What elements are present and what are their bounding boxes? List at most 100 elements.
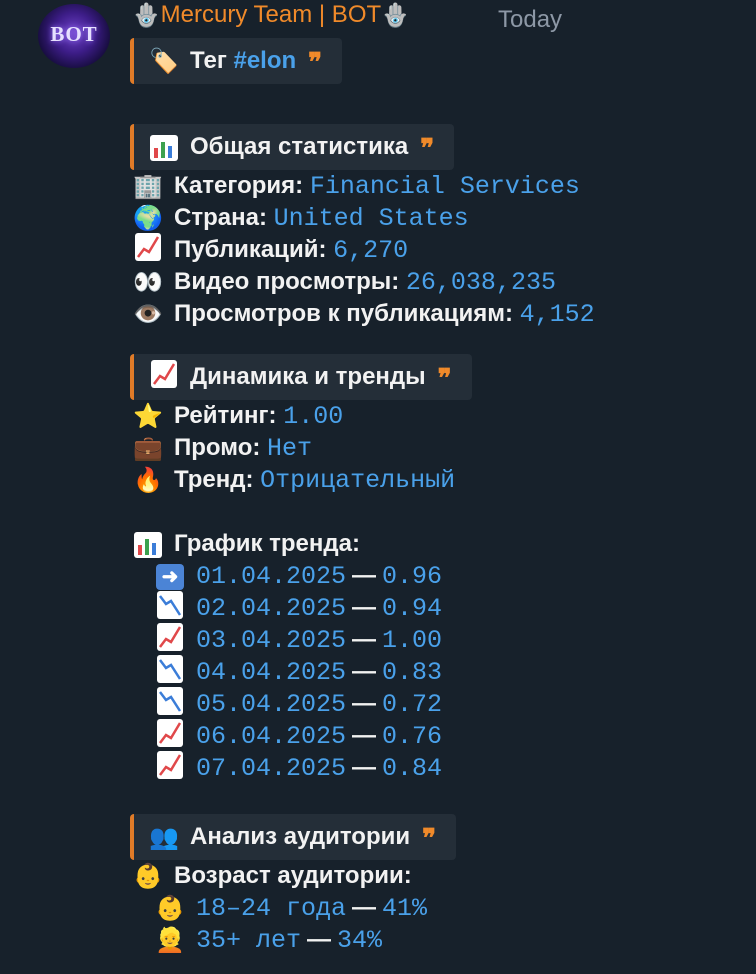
country-line: 🌍 Страна: United States bbox=[130, 202, 750, 234]
promo-label: Промо: bbox=[174, 434, 261, 461]
dynamics-header: Динамика и тренды ❞ bbox=[130, 354, 472, 400]
tag-label: Тег bbox=[190, 47, 227, 74]
chart-up-icon bbox=[152, 622, 188, 658]
trend-date: 06.04.2025 bbox=[196, 721, 347, 751]
trend-row: 07.04.2025—0.84 bbox=[130, 750, 750, 786]
trend-row: 06.04.2025—0.76 bbox=[130, 718, 750, 752]
audience-header: 👥 Анализ аудитории ❞ bbox=[130, 814, 457, 860]
dash: — bbox=[307, 926, 332, 953]
trend-value: 0.84 bbox=[382, 753, 443, 783]
trend-line: 🔥 Тренд: Отрицательный bbox=[130, 464, 750, 496]
trend-date: 07.04.2025 bbox=[196, 753, 347, 783]
section-title: Динамика и тренды bbox=[190, 363, 426, 390]
trend-value: 0.94 bbox=[382, 593, 443, 623]
person-icon: 👱 bbox=[155, 926, 185, 954]
category-line: 🏢 Категория: Financial Services bbox=[130, 170, 750, 202]
quote-mark-icon: ❞ bbox=[308, 48, 323, 78]
dash: — bbox=[352, 658, 377, 685]
briefcase-icon: 💼 bbox=[133, 434, 163, 462]
tag-quote-block: 🏷️ Тег #elon ❞ bbox=[130, 38, 343, 84]
age-row: 👶 18–24 года —41% bbox=[130, 892, 750, 924]
posts-value: 6,270 bbox=[333, 235, 409, 265]
chart-down-icon bbox=[152, 654, 188, 690]
age-percent: 41% bbox=[382, 893, 428, 923]
trend-date: 01.04.2025 bbox=[196, 561, 347, 591]
trend-date: 05.04.2025 bbox=[196, 689, 347, 719]
video-views-value: 26,038,235 bbox=[405, 267, 556, 297]
message-body: 🏷️ Тег #elon ❞ Общая статистика ❞ 🏢 Кате… bbox=[130, 38, 750, 956]
sender-avatar[interactable]: BOT bbox=[38, 4, 110, 68]
country-label: Страна: bbox=[174, 204, 267, 231]
globe-icon: 🌍 bbox=[133, 204, 163, 232]
views-per-post-value: 4,152 bbox=[519, 299, 595, 329]
posts-line: Публикаций: 6,270 bbox=[130, 232, 750, 268]
chart-up-icon bbox=[148, 359, 180, 395]
trend-chart-list: ➜ 01.04.2025—0.96 02.04.2025—0.94 03.04.202… bbox=[130, 560, 750, 784]
audience-age-list: 👶 18–24 года —41% 👱 35+ лет —34% bbox=[130, 892, 750, 956]
rating-value: 1.00 bbox=[283, 401, 344, 431]
category-label: Категория: bbox=[174, 172, 304, 199]
trend-date: 04.04.2025 bbox=[196, 657, 347, 687]
bar-chart-icon bbox=[148, 133, 180, 161]
section-title: Общая статистика bbox=[190, 133, 409, 160]
avatar-text: BOT bbox=[50, 22, 98, 46]
quote-mark-icon: ❞ bbox=[437, 364, 452, 394]
video-views-line: 👀 Видео просмотры: 26,038,235 bbox=[130, 266, 750, 298]
chart-up-icon bbox=[152, 750, 188, 786]
arrow-right-icon: ➜ bbox=[152, 562, 188, 590]
chart-up-icon bbox=[130, 232, 166, 268]
eyes-icon: 👀 bbox=[133, 268, 163, 296]
age-percent: 34% bbox=[337, 925, 383, 955]
hashtag-link[interactable]: #elon bbox=[233, 47, 296, 75]
trend-row: 04.04.2025—0.83 bbox=[130, 654, 750, 690]
chart-down-icon bbox=[152, 590, 188, 626]
star-icon: ⭐ bbox=[133, 402, 163, 430]
dash: — bbox=[352, 894, 377, 921]
eye-icon: 👁️ bbox=[133, 300, 163, 328]
video-views-label: Видео просмотры: bbox=[174, 268, 400, 295]
trend-chart-label: График тренда: bbox=[174, 530, 360, 557]
message-header: 🪬 Mercury Team | BOT 🪬 bbox=[132, 0, 410, 30]
fire-icon: 🔥 bbox=[133, 466, 163, 494]
baby-icon: 👶 bbox=[133, 862, 163, 890]
dash: — bbox=[352, 754, 377, 781]
general-stats-header: Общая статистика ❞ bbox=[130, 124, 455, 170]
views-per-post-line: 👁️ Просмотров к публикациям: 4,152 bbox=[130, 298, 750, 330]
rating-label: Рейтинг: bbox=[174, 402, 277, 429]
trend-date: 02.04.2025 bbox=[196, 593, 347, 623]
posts-label: Публикаций: bbox=[174, 236, 327, 263]
dash: — bbox=[352, 722, 377, 749]
label-tag-icon: 🏷️ bbox=[149, 47, 179, 75]
country-value: United States bbox=[273, 203, 469, 233]
office-building-icon: 🏢 bbox=[133, 172, 163, 200]
age-range: 35+ лет bbox=[196, 925, 302, 955]
chart-down-icon bbox=[152, 686, 188, 722]
quote-mark-icon: ❞ bbox=[422, 824, 437, 854]
people-icon: 👥 bbox=[149, 823, 179, 851]
category-value: Financial Services bbox=[309, 171, 580, 201]
dash: — bbox=[352, 562, 377, 589]
trend-value: 0.96 bbox=[382, 561, 443, 591]
trend-value: 0.76 bbox=[382, 721, 443, 751]
audience-age-heading: 👶 Возраст аудитории: bbox=[130, 860, 750, 892]
trend-value: 0.83 bbox=[382, 657, 443, 687]
hamsa-icon: 🪬 bbox=[132, 1, 161, 28]
trend-date: 03.04.2025 bbox=[196, 625, 347, 655]
trend-value: 1.00 bbox=[382, 625, 443, 655]
trend-row: 02.04.2025—0.94 bbox=[130, 590, 750, 626]
trend-row: 05.04.2025—0.72 bbox=[130, 686, 750, 722]
promo-value: Нет bbox=[267, 433, 313, 463]
trend-label: Тренд: bbox=[174, 466, 254, 493]
age-range: 18–24 года bbox=[196, 893, 347, 923]
sender-name[interactable]: Mercury Team | BOT bbox=[161, 1, 382, 29]
message-time: Today bbox=[498, 6, 563, 33]
dash: — bbox=[352, 594, 377, 621]
views-per-post-label: Просмотров к публикациям: bbox=[174, 300, 513, 327]
trend-value: 0.72 bbox=[382, 689, 443, 719]
trend-row: ➜ 01.04.2025—0.96 bbox=[130, 560, 750, 592]
audience-age-label: Возраст аудитории: bbox=[174, 862, 412, 889]
bar-chart-icon bbox=[130, 530, 166, 558]
dash: — bbox=[352, 690, 377, 717]
hamsa-icon: 🪬 bbox=[381, 1, 410, 28]
person-icon: 👶 bbox=[155, 894, 185, 922]
